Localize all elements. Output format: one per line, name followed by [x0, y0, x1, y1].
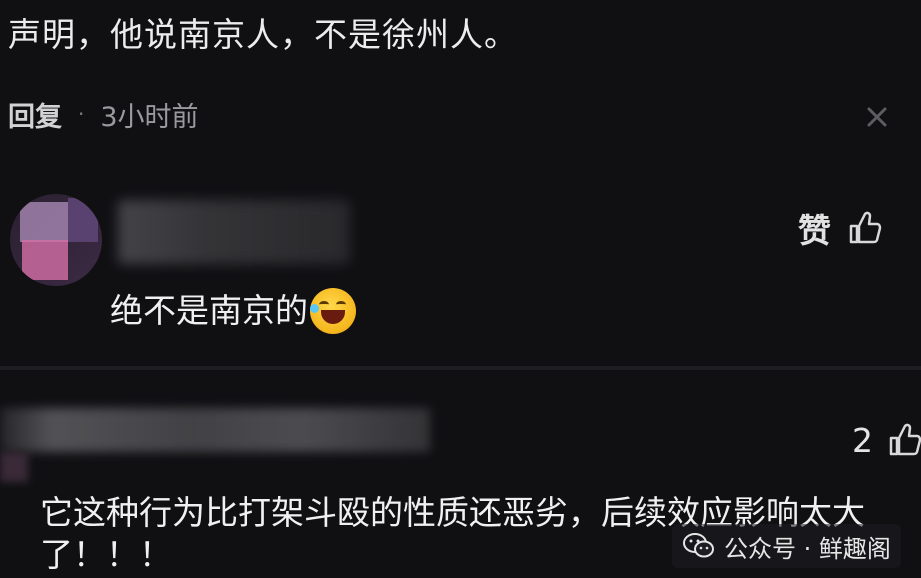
comment-thread-screenshot: 声明，他说南京人，不是徐州人。 回复 · 3小时前 赞 绝不是南京的 2 它这种… [0, 0, 921, 578]
comment-1-text: 绝不是南京的 [110, 291, 308, 330]
comment-1-body: 绝不是南京的 [110, 288, 356, 334]
reply-button[interactable]: 回复 [8, 95, 62, 134]
close-icon[interactable] [862, 102, 892, 132]
watermark: 公众号 · 鲜趣阁 [672, 524, 901, 568]
thumbs-up-icon [849, 211, 882, 244]
blurred-username[interactable] [118, 200, 350, 264]
like-button[interactable]: 赞 [798, 206, 883, 250]
meta-separator: · [78, 102, 85, 126]
comment-timestamp: 3小时前 [100, 101, 199, 133]
avatar[interactable] [10, 194, 102, 286]
like-label: 赞 [798, 211, 831, 250]
top-comment-meta: 回复 · 3小时前 [8, 94, 199, 134]
divider [0, 366, 921, 370]
like-count: 2 [852, 420, 873, 460]
watermark-text: 公众号 · 鲜趣阁 [724, 534, 891, 563]
blurred-username[interactable] [0, 408, 430, 452]
like-button[interactable]: 2 [852, 418, 921, 462]
top-comment-text: 声明，他说南京人，不是徐州人。 [8, 15, 518, 54]
avatar[interactable] [0, 452, 28, 482]
thumbs-up-icon [889, 423, 921, 456]
wechat-icon [683, 533, 714, 558]
laughing-with-tears-icon [310, 288, 356, 334]
